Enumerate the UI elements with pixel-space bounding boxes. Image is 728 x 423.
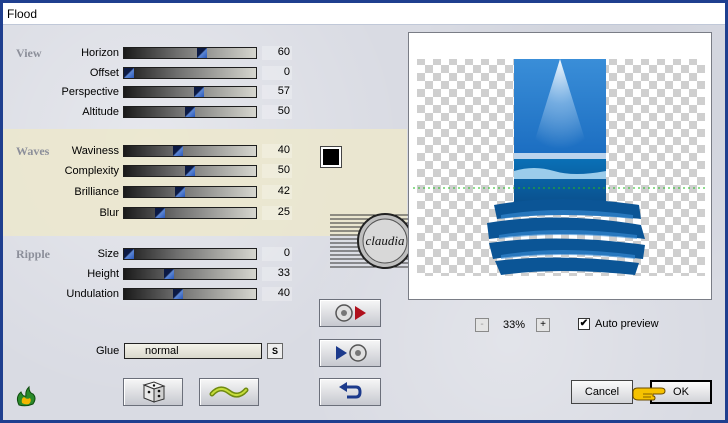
brilliance-value[interactable]: 42 — [262, 185, 292, 199]
brilliance-label: Brilliance — [74, 186, 119, 198]
dice-icon — [142, 381, 166, 403]
watermark-text: claudia — [366, 233, 405, 248]
horizon-slider[interactable] — [123, 47, 257, 59]
altitude-slider[interactable] — [123, 106, 257, 118]
undulation-label: Undulation — [66, 288, 119, 300]
arrow-disc-icon — [336, 344, 367, 362]
offset-label: Offset — [89, 67, 119, 79]
slider-thumb[interactable] — [175, 187, 185, 197]
slider-thumb[interactable] — [173, 289, 183, 299]
undulation-slider[interactable] — [123, 288, 257, 300]
altitude-value[interactable]: 50 — [262, 105, 292, 119]
wave-icon — [209, 386, 249, 398]
complexity-slider[interactable] — [123, 165, 257, 177]
disc-arrow-icon — [335, 304, 366, 322]
water-color-swatch[interactable] — [320, 146, 342, 168]
blur-slider[interactable] — [123, 207, 257, 219]
wave-button[interactable] — [199, 378, 259, 406]
glue-select[interactable]: normal — [124, 343, 262, 359]
window-title: Flood — [7, 7, 38, 21]
blur-label: Blur — [99, 207, 119, 219]
waviness-slider[interactable] — [123, 145, 257, 157]
zoom-in-button[interactable]: + — [536, 318, 550, 332]
size-label: Size — [97, 248, 119, 260]
randomize-button[interactable] — [123, 378, 183, 406]
slider-thumb[interactable] — [124, 249, 134, 259]
zoom-out-button[interactable]: - — [475, 318, 489, 332]
complexity-label: Complexity — [64, 165, 119, 177]
auto-preview-checkbox[interactable]: ✔ — [578, 318, 590, 330]
height-slider[interactable] — [123, 268, 257, 280]
offset-value[interactable]: 0 — [262, 66, 292, 80]
auto-preview-label: Auto preview — [595, 318, 659, 330]
slider-thumb[interactable] — [185, 166, 195, 176]
blur-value[interactable]: 25 — [262, 206, 292, 220]
cancel-button[interactable]: Cancel — [571, 380, 633, 404]
pointing-hand-cursor-icon — [632, 387, 666, 401]
preview-sea — [514, 159, 606, 205]
waviness-label: Waviness — [71, 145, 119, 157]
preview-image — [413, 59, 707, 276]
slider-thumb[interactable] — [197, 48, 207, 58]
preview-pane[interactable] — [408, 32, 712, 300]
presets-button[interactable] — [319, 299, 381, 327]
color-fill — [323, 149, 339, 165]
perspective-slider[interactable] — [123, 86, 257, 98]
offset-slider[interactable] — [123, 67, 257, 79]
reset-button[interactable] — [319, 378, 381, 406]
zoom-level: 33% — [502, 319, 526, 331]
height-value[interactable]: 33 — [262, 267, 292, 281]
waviness-value[interactable]: 40 — [262, 144, 292, 158]
perspective-value[interactable]: 57 — [262, 85, 292, 99]
play-preset-button[interactable] — [319, 339, 381, 367]
flaming-pear-logo-icon[interactable] — [14, 383, 38, 407]
slider-thumb[interactable] — [155, 208, 165, 218]
horizon-label: Horizon — [81, 47, 119, 59]
glue-s-button[interactable]: S — [267, 343, 283, 359]
slider-thumb[interactable] — [185, 107, 195, 117]
complexity-value[interactable]: 50 — [262, 164, 292, 178]
perspective-label: Perspective — [61, 86, 119, 98]
slider-thumb[interactable] — [173, 146, 183, 156]
altitude-label: Altitude — [82, 106, 119, 118]
slider-thumb[interactable] — [164, 269, 174, 279]
glue-label: Glue — [96, 345, 120, 357]
slider-thumb[interactable] — [194, 87, 204, 97]
horizon-value[interactable]: 60 — [262, 46, 292, 60]
size-slider[interactable] — [123, 248, 257, 260]
title-bar: Flood — [3, 3, 725, 25]
brilliance-slider[interactable] — [123, 186, 257, 198]
undo-arrow-icon — [339, 382, 362, 399]
undulation-value[interactable]: 40 — [262, 287, 292, 301]
slider-thumb[interactable] — [124, 68, 134, 78]
size-value[interactable]: 0 — [262, 247, 292, 261]
height-label: Height — [87, 268, 119, 280]
